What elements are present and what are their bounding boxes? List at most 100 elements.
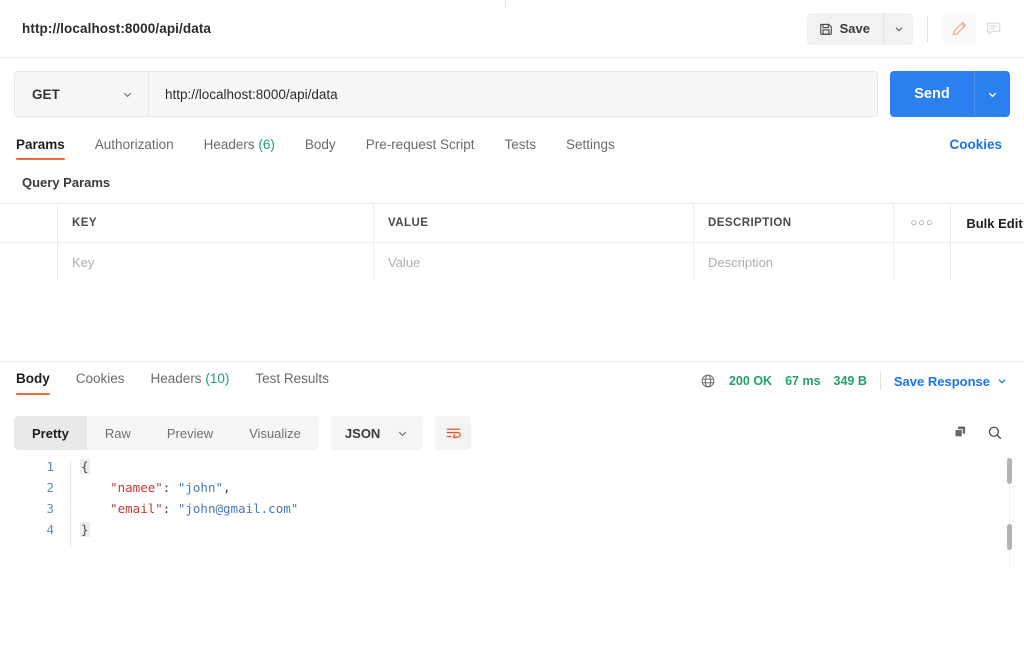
response-tab-cookies[interactable]: Cookies [76, 362, 125, 398]
code-text[interactable]: "email": "john@gmail.com" [58, 501, 298, 516]
format-select[interactable]: JSON [330, 416, 424, 450]
url-row: GET Send [0, 58, 1024, 130]
json-value: "john" [177, 480, 224, 495]
response-body-code: 1 { 2 "namee": "john", 3 "email": "john@… [0, 456, 1024, 671]
json-key: "email" [110, 501, 163, 516]
pencil-icon [951, 20, 968, 37]
format-select-label: JSON [344, 425, 381, 441]
line-number: 4 [46, 522, 54, 537]
row-end-cell [951, 243, 1024, 281]
search-icon[interactable] [986, 424, 1004, 442]
query-params-label: Query Params [22, 175, 111, 190]
request-title-bar: http://localhost:8000/api/data Save [0, 0, 1024, 58]
response-view-toolbar: Pretty Raw Preview Visualize JSON [0, 410, 1024, 456]
url-input[interactable] [149, 72, 877, 116]
response-tab-test-results[interactable]: Test Results [255, 362, 329, 398]
code-text[interactable]: } [58, 522, 90, 537]
header-description: DESCRIPTION [694, 204, 894, 242]
send-button[interactable]: Send [890, 71, 974, 117]
view-mode-preview[interactable]: Preview [149, 416, 231, 450]
tab-count-badge: (6) [258, 137, 275, 152]
response-time: 67 ms [785, 374, 821, 388]
response-tab-body[interactable]: Body [16, 362, 50, 398]
code-line: 1 { [0, 456, 1024, 477]
tab-tests[interactable]: Tests [504, 130, 536, 162]
json-key: "namee" [110, 480, 163, 495]
view-mode-segments: Pretty Raw Preview Visualize [14, 416, 319, 450]
value-placeholder: Value [388, 254, 421, 270]
json-brace: } [80, 522, 90, 537]
title-bar-actions: Save [806, 12, 1024, 45]
meta-divider [879, 372, 881, 390]
value-input-cell[interactable]: Value [374, 243, 694, 281]
header-key: KEY [58, 204, 374, 242]
save-button-group: Save [806, 12, 913, 45]
comment-button[interactable] [976, 13, 1010, 45]
code-line: 2 "namee": "john", [0, 477, 1024, 498]
word-wrap-button[interactable] [435, 416, 472, 450]
floppy-disk-icon [819, 22, 833, 36]
table-options-button[interactable]: ○○○ [894, 204, 951, 242]
comment-icon [985, 20, 1002, 37]
json-punct: : [162, 501, 178, 516]
method-label: GET [32, 86, 60, 102]
request-tab-bar: Params Authorization Headers (6) Body Pr… [0, 130, 1024, 167]
tab-edge-divider [505, 0, 506, 7]
description-input-cell[interactable]: Description [694, 243, 894, 281]
row-checkbox-cell[interactable] [0, 243, 58, 281]
chevron-down-icon [396, 427, 409, 440]
edit-pencil-button[interactable] [942, 12, 976, 45]
more-options-icon: ○○○ [910, 217, 934, 229]
key-input-cell[interactable]: Key [58, 243, 374, 281]
json-brace: { [80, 459, 90, 474]
view-mode-pretty[interactable]: Pretty [14, 416, 87, 450]
tab-label: Body [16, 371, 50, 386]
url-box: GET [14, 71, 878, 117]
code-text[interactable]: "namee": "john", [58, 480, 230, 495]
header-checkbox-cell [0, 204, 58, 242]
tab-label: Test Results [255, 371, 329, 386]
code-scrollbar-thumb-bottom[interactable] [1007, 524, 1012, 550]
json-punct: : [162, 480, 178, 495]
tab-label: Cookies [75, 371, 125, 386]
save-options-button[interactable] [883, 12, 913, 45]
tab-label: Settings [566, 137, 615, 152]
view-mode-raw[interactable]: Raw [87, 416, 149, 450]
bulk-edit-button[interactable]: Bulk Edit [951, 204, 1024, 242]
toolbar-divider [927, 15, 928, 42]
tab-authorization[interactable]: Authorization [95, 130, 174, 162]
send-options-button[interactable] [974, 71, 1010, 117]
cookies-link[interactable]: Cookies [949, 130, 1008, 162]
tab-label: Authorization [94, 137, 174, 152]
table-row: Key Value Description [0, 243, 1024, 282]
json-value: "john@gmail.com" [177, 501, 299, 516]
save-response-button[interactable]: Save Response [894, 374, 1008, 389]
tab-headers[interactable]: Headers (6) [204, 130, 275, 162]
query-params-table: KEY VALUE DESCRIPTION ○○○ Bulk Edit Key … [0, 203, 1024, 282]
view-mode-visualize[interactable]: Visualize [231, 416, 319, 450]
response-tab-headers[interactable]: Headers (10) [151, 362, 230, 398]
chevron-down-icon [893, 23, 905, 35]
code-line: 3 "email": "john@gmail.com" [0, 498, 1024, 519]
tab-params[interactable]: Params [16, 130, 65, 162]
header-value: VALUE [374, 204, 694, 242]
method-selector[interactable]: GET [15, 72, 149, 116]
tab-pre-request-script[interactable]: Pre-request Script [366, 130, 475, 162]
word-wrap-icon [444, 424, 463, 443]
tab-settings[interactable]: Settings [566, 130, 615, 162]
code-line: 4 } [0, 519, 1024, 540]
save-button[interactable]: Save [806, 12, 883, 45]
code-text[interactable]: { [58, 459, 90, 474]
chevron-down-icon [986, 88, 999, 101]
tab-body[interactable]: Body [305, 130, 336, 162]
copy-icon[interactable] [952, 424, 970, 442]
code-scrollbar-thumb-top[interactable] [1007, 458, 1012, 484]
tab-label: Pre-request Script [365, 137, 475, 152]
table-empty-area [0, 281, 1024, 361]
line-number: 3 [46, 501, 54, 516]
globe-icon [700, 373, 716, 389]
tab-label: Body [304, 137, 336, 152]
tab-label: Headers [150, 371, 202, 386]
tab-label: Tests [504, 137, 536, 152]
line-number: 2 [46, 480, 54, 495]
